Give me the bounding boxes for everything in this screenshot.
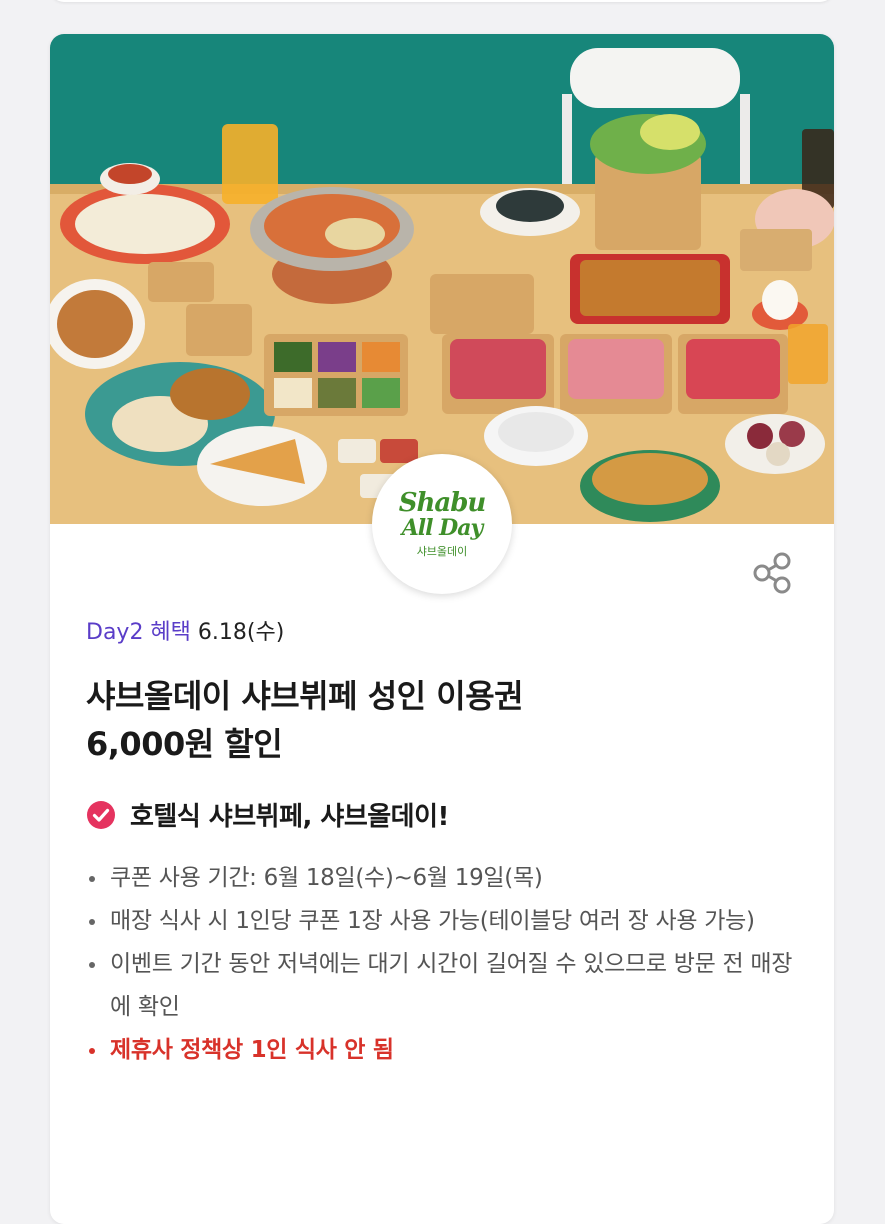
headline: 호텔식 샤브뷔페, 샤브올데이!: [86, 796, 806, 833]
logo-subtitle: 샤브올데이: [416, 544, 468, 558]
benefit-day-tag: Day2 혜택: [86, 620, 191, 645]
previous-card-edge: [50, 0, 834, 2]
detail-list: 쿠폰 사용 기간: 6월 18일(수)~6월 19일(목) 매장 식사 시 1인…: [86, 857, 806, 1072]
benefit-date: 6.18(수): [197, 620, 285, 645]
coupon-title-line1: 샤브올데이 샤브뷔페 성인 이용권: [86, 677, 524, 715]
logo-text-line2: All Day: [401, 514, 484, 541]
logo-text-line1: Shabu: [398, 487, 487, 518]
share-icon[interactable]: [748, 548, 798, 598]
check-circle-icon: [87, 800, 115, 829]
headline-text: 호텔식 샤브뷔페, 샤브올데이!: [130, 802, 449, 832]
coupon-title: 샤브올데이 샤브뷔페 성인 이용권 6,000원 할인: [86, 672, 806, 768]
detail-item-period: 쿠폰 사용 기간: 6월 18일(수)~6월 19일(목): [86, 857, 806, 900]
hero-image: [50, 34, 834, 524]
coupon-title-line2: 6,000원 할인: [86, 725, 283, 763]
coupon-card: Shabu All Day 샤브올데이 Day2 혜택 6.18(수) 샤브올데…: [50, 34, 834, 1224]
detail-item-usage: 매장 식사 시 1인당 쿠폰 1장 사용 가능(테이블당 여러 장 사용 가능): [86, 900, 806, 943]
benefit-day-line: Day2 혜택 6.18(수): [86, 618, 806, 648]
detail-item-warning: 제휴사 정책상 1인 식사 안 됨: [86, 1029, 806, 1072]
detail-item-notice: 이벤트 기간 동안 저녁에는 대기 시간이 길어질 수 있으므로 방문 전 매장…: [86, 943, 806, 1029]
coupon-details: Day2 혜택 6.18(수) 샤브올데이 샤브뷔페 성인 이용권 6,000원…: [86, 618, 806, 1072]
brand-logo: Shabu All Day 샤브올데이: [372, 454, 512, 594]
